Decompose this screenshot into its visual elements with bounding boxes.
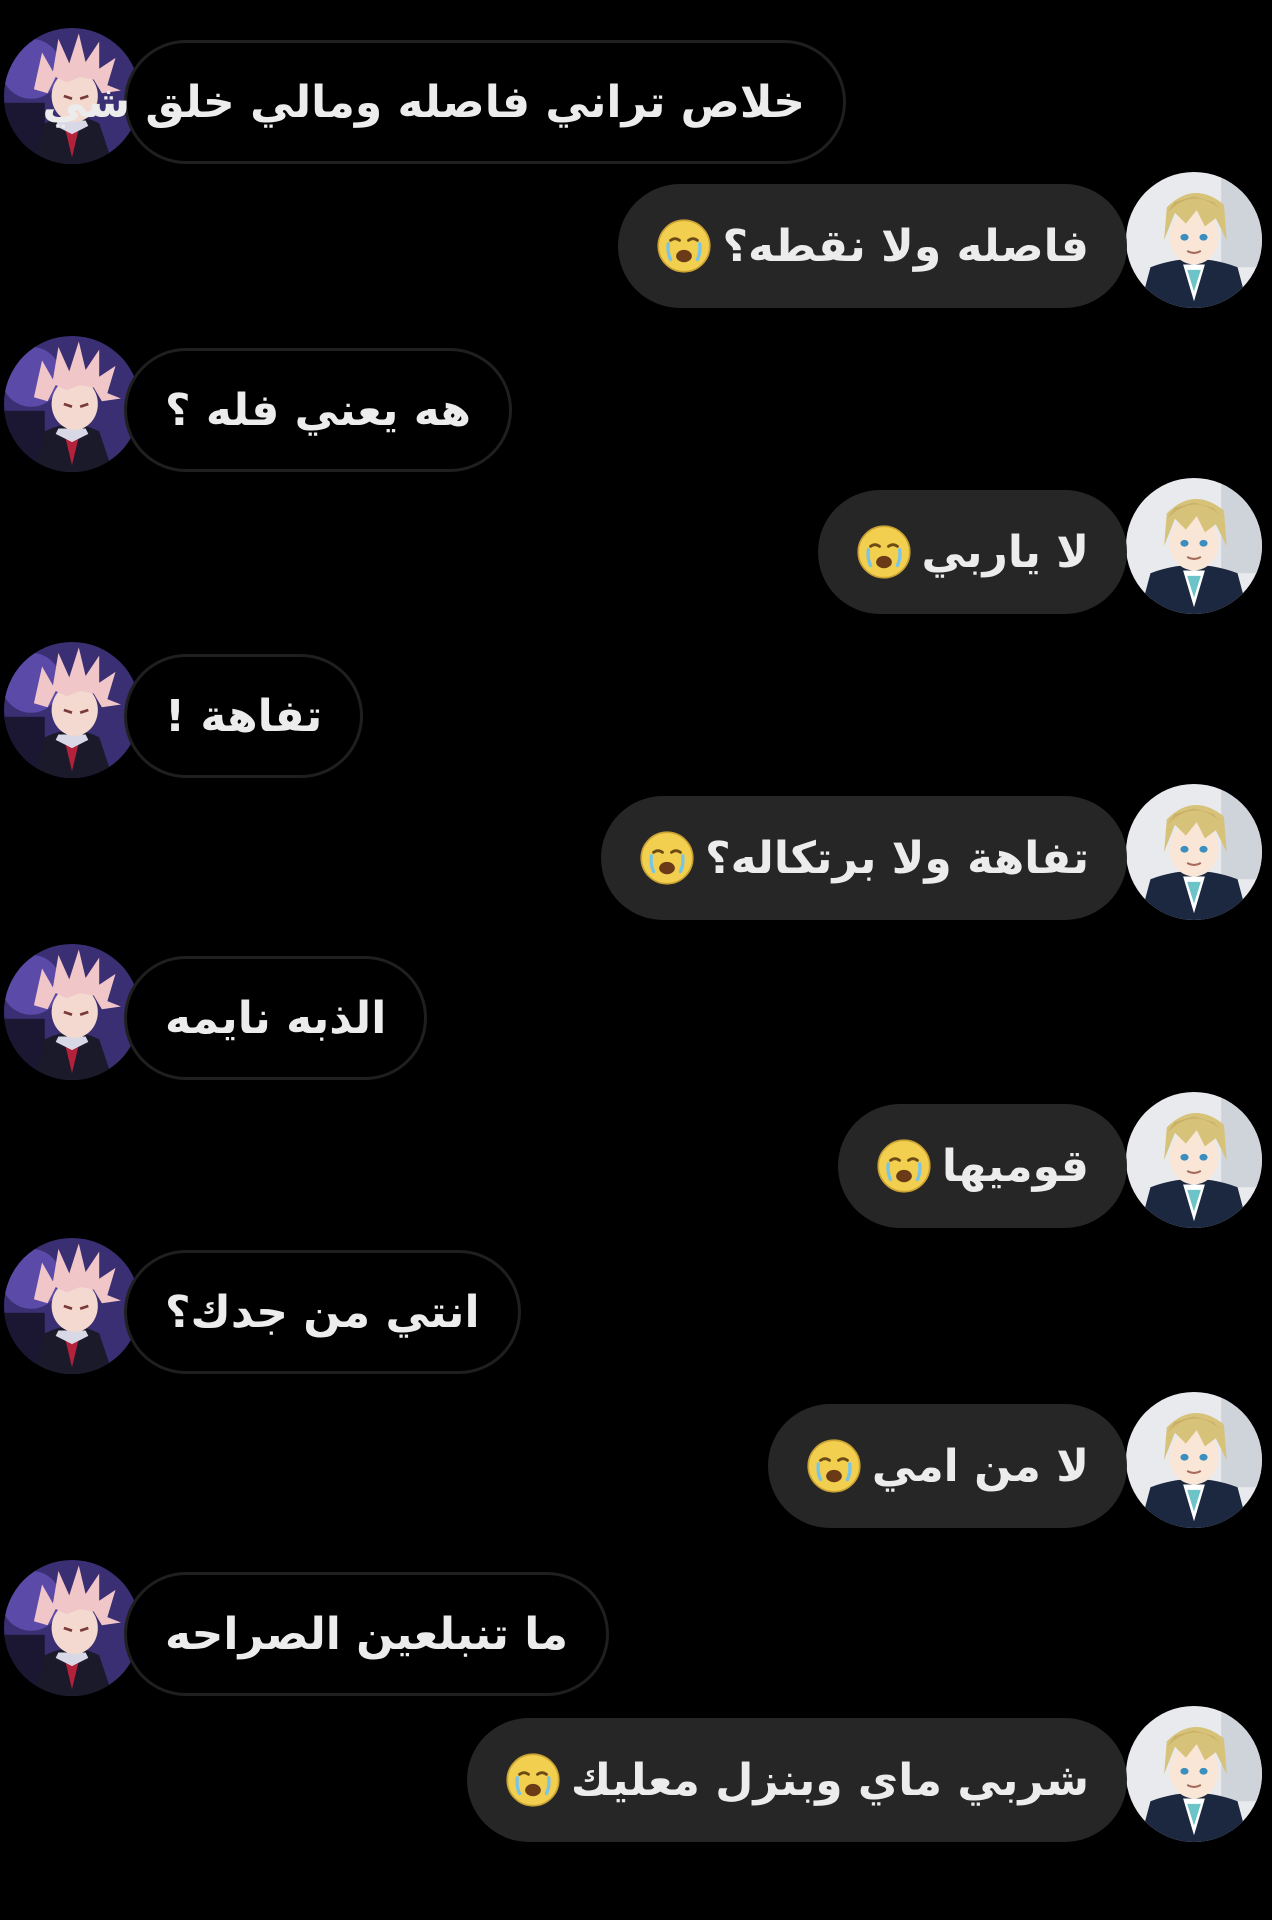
message-text: انتي من جدك؟ xyxy=(165,1286,480,1338)
message-text: ما تنبلعين الصراحه xyxy=(165,1608,569,1660)
message-row: الذبه نايمه xyxy=(0,944,1272,1084)
crying-face-emoji-icon xyxy=(505,1752,561,1808)
message-text: خلاص تراني فاصله ومالي خلق شي xyxy=(42,76,805,128)
crying-face-emoji-icon xyxy=(876,1138,932,1194)
message-text: تفاهة ! xyxy=(165,690,323,742)
blonde-anime-avatar[interactable] xyxy=(1126,784,1262,920)
blonde-anime-avatar[interactable] xyxy=(1126,1706,1262,1842)
pink-haired-anime-avatar[interactable] xyxy=(4,1560,140,1696)
crying-face-emoji-icon xyxy=(656,218,712,274)
message-row: هه يعني فله ؟ xyxy=(0,336,1272,476)
incoming-message-bubble[interactable]: انتي من جدك؟ xyxy=(124,1250,521,1374)
message-row: انتي من جدك؟ xyxy=(0,1238,1272,1378)
incoming-message-bubble[interactable]: خلاص تراني فاصله ومالي خلق شي xyxy=(42,40,846,164)
message-text: لا من امي xyxy=(871,1440,1089,1492)
message-text: فاصله ولا نقطه؟ xyxy=(722,220,1089,272)
pink-haired-anime-avatar[interactable] xyxy=(4,336,140,472)
message-row: شربي ماي وبنزل معليك xyxy=(0,1706,1272,1846)
crying-face-emoji-icon xyxy=(806,1438,862,1494)
message-row: قوميها xyxy=(0,1092,1272,1232)
blonde-anime-avatar[interactable] xyxy=(1126,1092,1262,1228)
message-row: لا من امي xyxy=(0,1392,1272,1532)
message-text: هه يعني فله ؟ xyxy=(165,384,471,436)
outgoing-message-bubble[interactable]: لا من امي xyxy=(767,1404,1127,1528)
outgoing-message-bubble[interactable]: قوميها xyxy=(837,1104,1127,1228)
pink-haired-anime-avatar[interactable] xyxy=(4,944,140,1080)
message-text: لا ياربي xyxy=(921,526,1090,578)
incoming-message-bubble[interactable]: الذبه نايمه xyxy=(124,956,428,1080)
chat-thread: خلاص تراني فاصله ومالي خلق شي فاصله ولا … xyxy=(0,0,1272,1920)
outgoing-message-bubble[interactable]: تفاهة ولا برتكاله؟ xyxy=(601,796,1127,920)
incoming-message-bubble[interactable]: هه يعني فله ؟ xyxy=(124,348,512,472)
message-text: شربي ماي وبنزل معليك xyxy=(570,1754,1089,1806)
message-row: فاصله ولا نقطه؟ xyxy=(0,172,1272,312)
blonde-anime-avatar[interactable] xyxy=(1126,1392,1262,1528)
message-row: ما تنبلعين الصراحه xyxy=(0,1560,1272,1700)
pink-haired-anime-avatar[interactable] xyxy=(4,1238,140,1374)
pink-haired-anime-avatar[interactable] xyxy=(4,642,140,778)
message-text: قوميها xyxy=(941,1140,1089,1192)
message-row: تفاهة ! xyxy=(0,642,1272,782)
incoming-message-bubble[interactable]: تفاهة ! xyxy=(124,654,364,778)
message-text: الذبه نايمه xyxy=(165,992,387,1044)
outgoing-message-bubble[interactable]: شربي ماي وبنزل معليك xyxy=(466,1718,1127,1842)
crying-face-emoji-icon xyxy=(856,524,912,580)
message-row: تفاهة ولا برتكاله؟ xyxy=(0,784,1272,924)
blonde-anime-avatar[interactable] xyxy=(1126,478,1262,614)
message-row: خلاص تراني فاصله ومالي خلق شي xyxy=(0,28,1272,168)
message-row: لا ياربي xyxy=(0,478,1272,618)
message-text: تفاهة ولا برتكاله؟ xyxy=(705,832,1089,884)
crying-face-emoji-icon xyxy=(639,830,695,886)
blonde-anime-avatar[interactable] xyxy=(1126,172,1262,308)
outgoing-message-bubble[interactable]: فاصله ولا نقطه؟ xyxy=(618,184,1127,308)
incoming-message-bubble[interactable]: ما تنبلعين الصراحه xyxy=(124,1572,610,1696)
outgoing-message-bubble[interactable]: لا ياربي xyxy=(817,490,1127,614)
